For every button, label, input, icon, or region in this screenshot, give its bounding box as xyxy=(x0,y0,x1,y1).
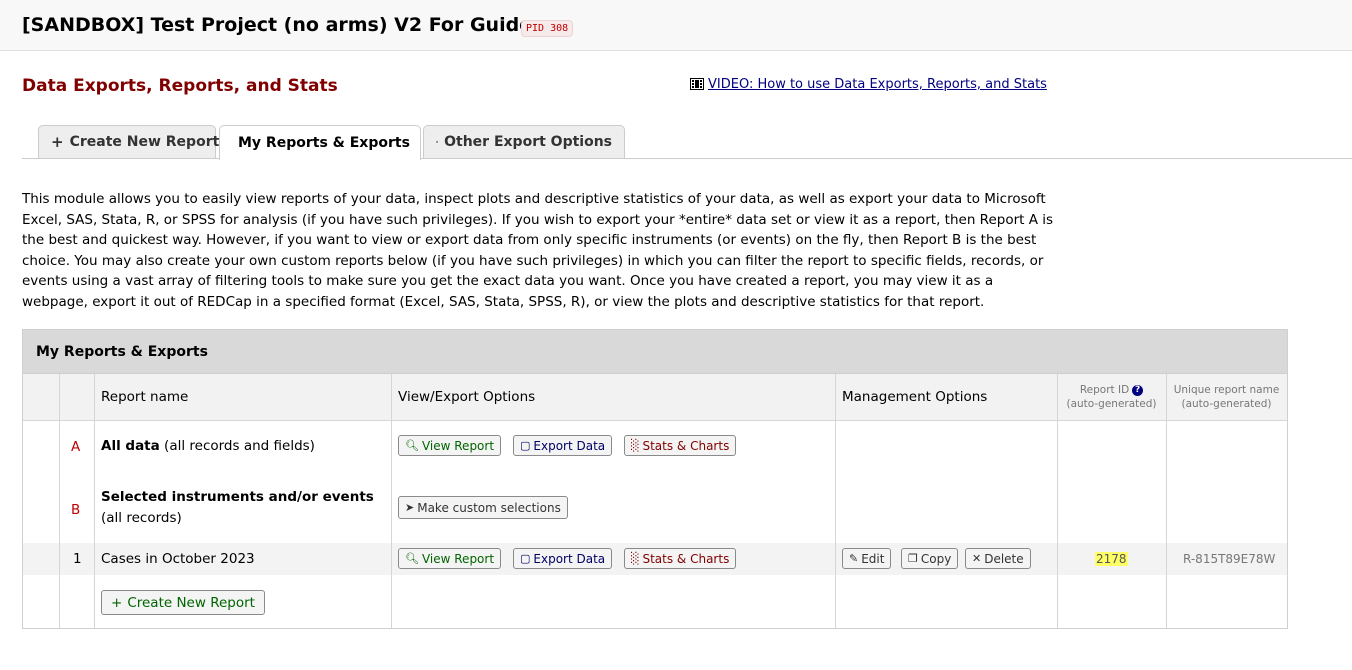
film-icon xyxy=(690,78,704,90)
tab-other-export-options[interactable]: Other Export Options xyxy=(423,125,625,158)
bar-chart-icon: ░ xyxy=(631,552,640,565)
close-icon: ✕ xyxy=(972,552,982,565)
col-head-management: Management Options xyxy=(835,374,1057,420)
col-head-unique-name: Unique report name (auto-generated) xyxy=(1166,374,1287,420)
row-b-name: Selected instruments and/or events xyxy=(101,489,374,505)
file-download-icon: ▢ xyxy=(520,552,531,565)
tab-create-new-report[interactable]: + Create New Report xyxy=(38,125,219,158)
col-divider xyxy=(835,374,836,628)
share-box-icon xyxy=(436,141,438,143)
create-new-report-button[interactable]: + Create New Report xyxy=(101,590,265,615)
bar-chart-icon: ░ xyxy=(631,439,640,452)
col-divider xyxy=(1057,374,1058,628)
export-data-button[interactable]: ▢ Export Data xyxy=(513,435,613,456)
video-link[interactable]: VIDEO: How to use Data Exports, Reports,… xyxy=(690,77,1047,92)
col-head-blank xyxy=(23,374,59,420)
panel-title: My Reports & Exports xyxy=(23,330,1287,374)
edit-button[interactable]: ✎ Edit xyxy=(842,548,892,569)
plus-icon: + xyxy=(51,133,64,151)
row-b-subtitle: (all records) xyxy=(101,510,182,526)
make-custom-selections-button[interactable]: ➤ Make custom selections xyxy=(398,496,568,519)
col-divider xyxy=(391,374,392,628)
report-id-value: 2178 xyxy=(1095,552,1128,566)
tab-label: Other Export Options xyxy=(444,134,612,150)
stats-charts-button[interactable]: ░ Stats & Charts xyxy=(624,548,737,569)
view-report-button[interactable]: 🔍︎ View Report xyxy=(398,548,502,569)
row-1-name: Cases in October 2023 xyxy=(101,551,255,567)
header-divider xyxy=(23,420,1287,421)
intro-paragraph: This module allows you to easily view re… xyxy=(22,191,1054,310)
col-divider xyxy=(59,374,60,628)
pencil-icon: ✎ xyxy=(849,552,859,565)
col-head-report-name: Report name xyxy=(94,374,391,420)
project-header-bar: [SANDBOX] Test Project (no arms) V2 For … xyxy=(0,0,1352,51)
row-1-number: 1 xyxy=(73,551,82,567)
file-download-icon: ▢ xyxy=(520,439,531,452)
project-title: [SANDBOX] Test Project (no arms) V2 For … xyxy=(22,14,533,36)
col-divider xyxy=(94,374,95,628)
copy-button[interactable]: ❐ Copy xyxy=(901,548,959,569)
video-link-label: VIDEO: How to use Data Exports, Reports,… xyxy=(708,77,1047,92)
my-reports-panel: My Reports & Exports Report name View/Ex… xyxy=(22,329,1288,629)
copy-icon: ❐ xyxy=(908,552,918,565)
row-a-name: All data (all records and fields) xyxy=(101,438,315,454)
question-icon[interactable]: ? xyxy=(1132,385,1144,396)
view-report-button[interactable]: 🔍︎ View Report xyxy=(398,435,502,456)
export-data-button[interactable]: ▢ Export Data xyxy=(513,548,613,569)
pid-badge: PID 308 xyxy=(521,20,574,37)
plus-icon: + xyxy=(111,594,123,611)
search-icon: 🔍︎ xyxy=(405,439,419,452)
unique-report-name: R-815T89E78W xyxy=(1183,552,1276,566)
search-icon: 🔍︎ xyxy=(405,552,419,565)
row-b-letter: B xyxy=(71,502,81,518)
cursor-icon: ➤ xyxy=(405,501,415,514)
stats-charts-button[interactable]: ░ Stats & Charts xyxy=(624,435,737,456)
col-head-number xyxy=(59,374,94,420)
tab-label: Create New Report xyxy=(69,134,220,150)
delete-button[interactable]: ✕ Delete xyxy=(965,548,1031,569)
tab-label: My Reports & Exports xyxy=(238,135,410,151)
tab-my-reports-exports[interactable]: My Reports & Exports xyxy=(219,125,421,160)
page-title: Data Exports, Reports, and Stats xyxy=(22,76,338,96)
col-head-report-id: Report ID? (auto-generated) xyxy=(1057,374,1166,420)
col-head-view-export: View/Export Options xyxy=(391,374,835,420)
row-a-letter: A xyxy=(71,439,81,455)
col-divider xyxy=(1166,374,1167,628)
